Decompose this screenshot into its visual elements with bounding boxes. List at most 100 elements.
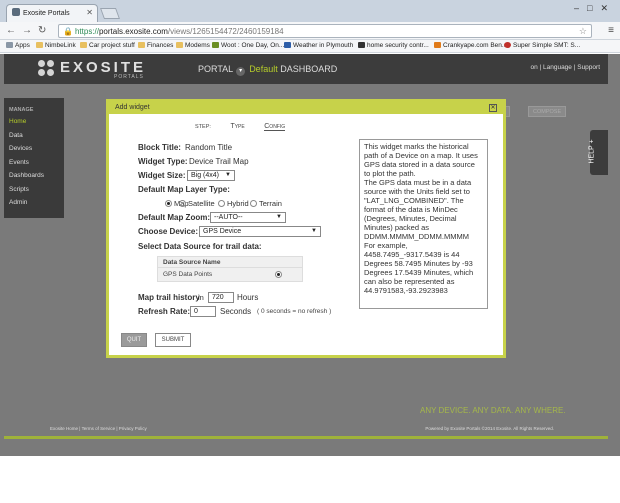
footer-links[interactable]: Exosite Home | Terms of Service | Privac…	[50, 426, 147, 431]
datasource-table: Data Source Name GPS Data Points	[157, 256, 303, 282]
sidebar-section-title: MANAGE	[9, 107, 34, 113]
widget-size-select[interactable]: Big (4x4) ▼	[187, 170, 235, 181]
bookmark-star-icon[interactable]: ☆	[579, 26, 587, 37]
chevron-down-icon: ▼	[225, 172, 231, 178]
sidebar-item-data[interactable]: Data	[4, 129, 64, 143]
refresh-rate-unit: Seconds	[220, 307, 252, 316]
tagline: ANY DEVICE. ANY DATA. ANY WHERE.	[420, 406, 566, 415]
map-zoom-select[interactable]: --AUTO-- ▼	[210, 212, 286, 223]
bookmark-home-security[interactable]: home security contr...	[358, 42, 429, 49]
radio-satellite[interactable]: Satellite	[179, 199, 215, 208]
address-bar[interactable]: 🔒 https://portals.exosite.com/views/12651…	[58, 24, 592, 38]
bookmark-nimbelink[interactable]: NimbeLink	[36, 42, 76, 49]
window-controls[interactable]: –□✕	[574, 3, 616, 14]
close-tab-icon[interactable]: ✕	[86, 8, 93, 17]
map-layer-label: Default Map Layer Type:	[138, 185, 230, 194]
modal-title: Add widget	[115, 104, 150, 111]
footer: Exosite Home | Terms of Service | Privac…	[4, 420, 608, 436]
weather-icon	[284, 42, 291, 48]
portal-dropdown-icon[interactable]: ▾	[236, 67, 246, 76]
favicon-icon	[12, 8, 20, 16]
url-path: /views/1265154472/2460159184	[167, 27, 284, 36]
sidebar-item-dashboards[interactable]: Dashboards	[4, 169, 64, 183]
refresh-rate-input[interactable]: 0	[190, 306, 216, 317]
datasource-radio[interactable]	[275, 271, 282, 278]
footer-copyright: Powered by Exosite Portals ©2014 Exosite…	[425, 426, 554, 431]
portal-header: EXOSITE PORTALS PORTAL ▾ Default DASHBOARD…	[4, 54, 608, 84]
widget-type-value: Device Trail Map	[189, 157, 249, 166]
description-paragraph: For example, 4458.7495_-9317.5439 is 44 …	[364, 241, 474, 295]
folder-icon	[138, 42, 145, 48]
refresh-rate-label: Refresh Rate:	[138, 307, 191, 316]
step-config[interactable]: Config	[264, 123, 286, 131]
site-icon	[504, 42, 511, 48]
sidebar: MANAGE Home Data Devices Events Dashboar…	[4, 98, 64, 218]
sidebar-item-admin[interactable]: Admin	[4, 196, 64, 210]
language-link[interactable]: | Language	[540, 64, 572, 71]
step-type[interactable]: Type	[230, 123, 244, 130]
portal-title: PORTAL ▾ Default DASHBOARD	[198, 64, 338, 76]
wizard-steps: STEP: Type Config	[195, 123, 286, 131]
site-icon	[434, 42, 441, 48]
chevron-down-icon: ▼	[311, 228, 317, 234]
compose-button[interactable]: COMPOSE	[528, 106, 567, 117]
browser-menu-icon[interactable]: ≡	[608, 25, 614, 36]
table-row[interactable]: GPS Data Points	[158, 268, 302, 281]
sidebar-item-events[interactable]: Events	[4, 156, 64, 170]
header-links: on | Language | Support	[530, 64, 600, 71]
widget-type-label: Widget Type:	[138, 157, 188, 166]
block-title-label: Block Title:	[138, 143, 181, 152]
bookmark-super-simple-smt[interactable]: Super Simple SMT: S...	[504, 42, 580, 49]
datasource-column-header: Data Source Name	[158, 257, 302, 268]
bookmark-car-project[interactable]: Car project stuff	[80, 42, 135, 49]
modal-header: Add widget ✕	[109, 102, 503, 114]
radio-hybrid[interactable]: Hybrid	[218, 199, 249, 208]
trail-history-in: in	[198, 293, 204, 302]
sidebar-item-devices[interactable]: Devices	[4, 142, 64, 156]
footer-accent-bar	[4, 436, 608, 439]
refresh-rate-hint: ( 0 seconds = no refresh )	[257, 308, 332, 315]
submit-button[interactable]: SUBMIT	[155, 333, 191, 347]
new-tab-button[interactable]	[99, 8, 121, 19]
trail-history-input[interactable]: 720	[208, 292, 234, 303]
sidebar-item-scripts[interactable]: Scripts	[4, 183, 64, 197]
bookmark-apps[interactable]: Apps	[6, 42, 30, 49]
folder-icon	[36, 42, 43, 48]
forward-arrow-icon[interactable]: →	[22, 25, 32, 36]
logo-subtext: PORTALS	[114, 74, 144, 80]
chevron-down-icon: ▼	[276, 214, 282, 220]
close-icon[interactable]: ✕	[489, 104, 497, 112]
support-link[interactable]: | Support	[574, 64, 600, 71]
bookmarks-bar: Apps NimbeLink Car project stuff Finance…	[0, 40, 620, 53]
bookmark-modems[interactable]: Modems	[176, 42, 210, 49]
site-icon	[358, 42, 365, 48]
sidebar-item-home[interactable]: Home	[4, 115, 64, 129]
device-select[interactable]: GPS Device ▼	[199, 226, 321, 237]
help-tab[interactable]: HELP +	[589, 130, 608, 175]
description-paragraph: The GPS data must be in a data source wi…	[364, 178, 472, 241]
url-scheme: https://	[74, 27, 99, 36]
folder-icon	[80, 42, 87, 48]
map-zoom-label: Default Map Zoom:	[138, 213, 210, 222]
description-paragraph: This widget marks the historical path of…	[364, 142, 478, 178]
block-title-value: Random Title	[185, 143, 233, 152]
radio-terrain[interactable]: Terrain	[250, 199, 282, 208]
folder-icon	[176, 42, 183, 48]
quit-button[interactable]: QUIT	[121, 333, 147, 347]
browser-tab-bar: Exosite Portals ✕ –□✕	[0, 0, 620, 22]
choose-device-label: Choose Device:	[138, 227, 199, 236]
bookmark-woot[interactable]: Woot : One Day, On...	[212, 42, 284, 49]
tab-title: Exosite Portals	[23, 10, 70, 17]
bookmark-finances[interactable]: Finances	[138, 42, 173, 49]
bookmark-crankyape[interactable]: Crankyape.com Ben...	[434, 42, 507, 49]
back-arrow-icon[interactable]: ←	[6, 25, 16, 36]
reload-icon[interactable]: ↻	[38, 25, 46, 36]
bookmark-weather[interactable]: Weather in Plymouth	[284, 42, 353, 49]
step-label: STEP:	[195, 124, 211, 130]
widget-description: This widget marks the historical path of…	[359, 139, 488, 309]
trail-history-label: Map trail history	[138, 293, 200, 302]
datasource-label: Select Data Source for trail data:	[138, 242, 262, 251]
user-menu[interactable]: on	[530, 64, 537, 71]
browser-tab[interactable]: Exosite Portals ✕	[6, 4, 98, 22]
url-host: portals.exosite.com	[98, 27, 168, 36]
